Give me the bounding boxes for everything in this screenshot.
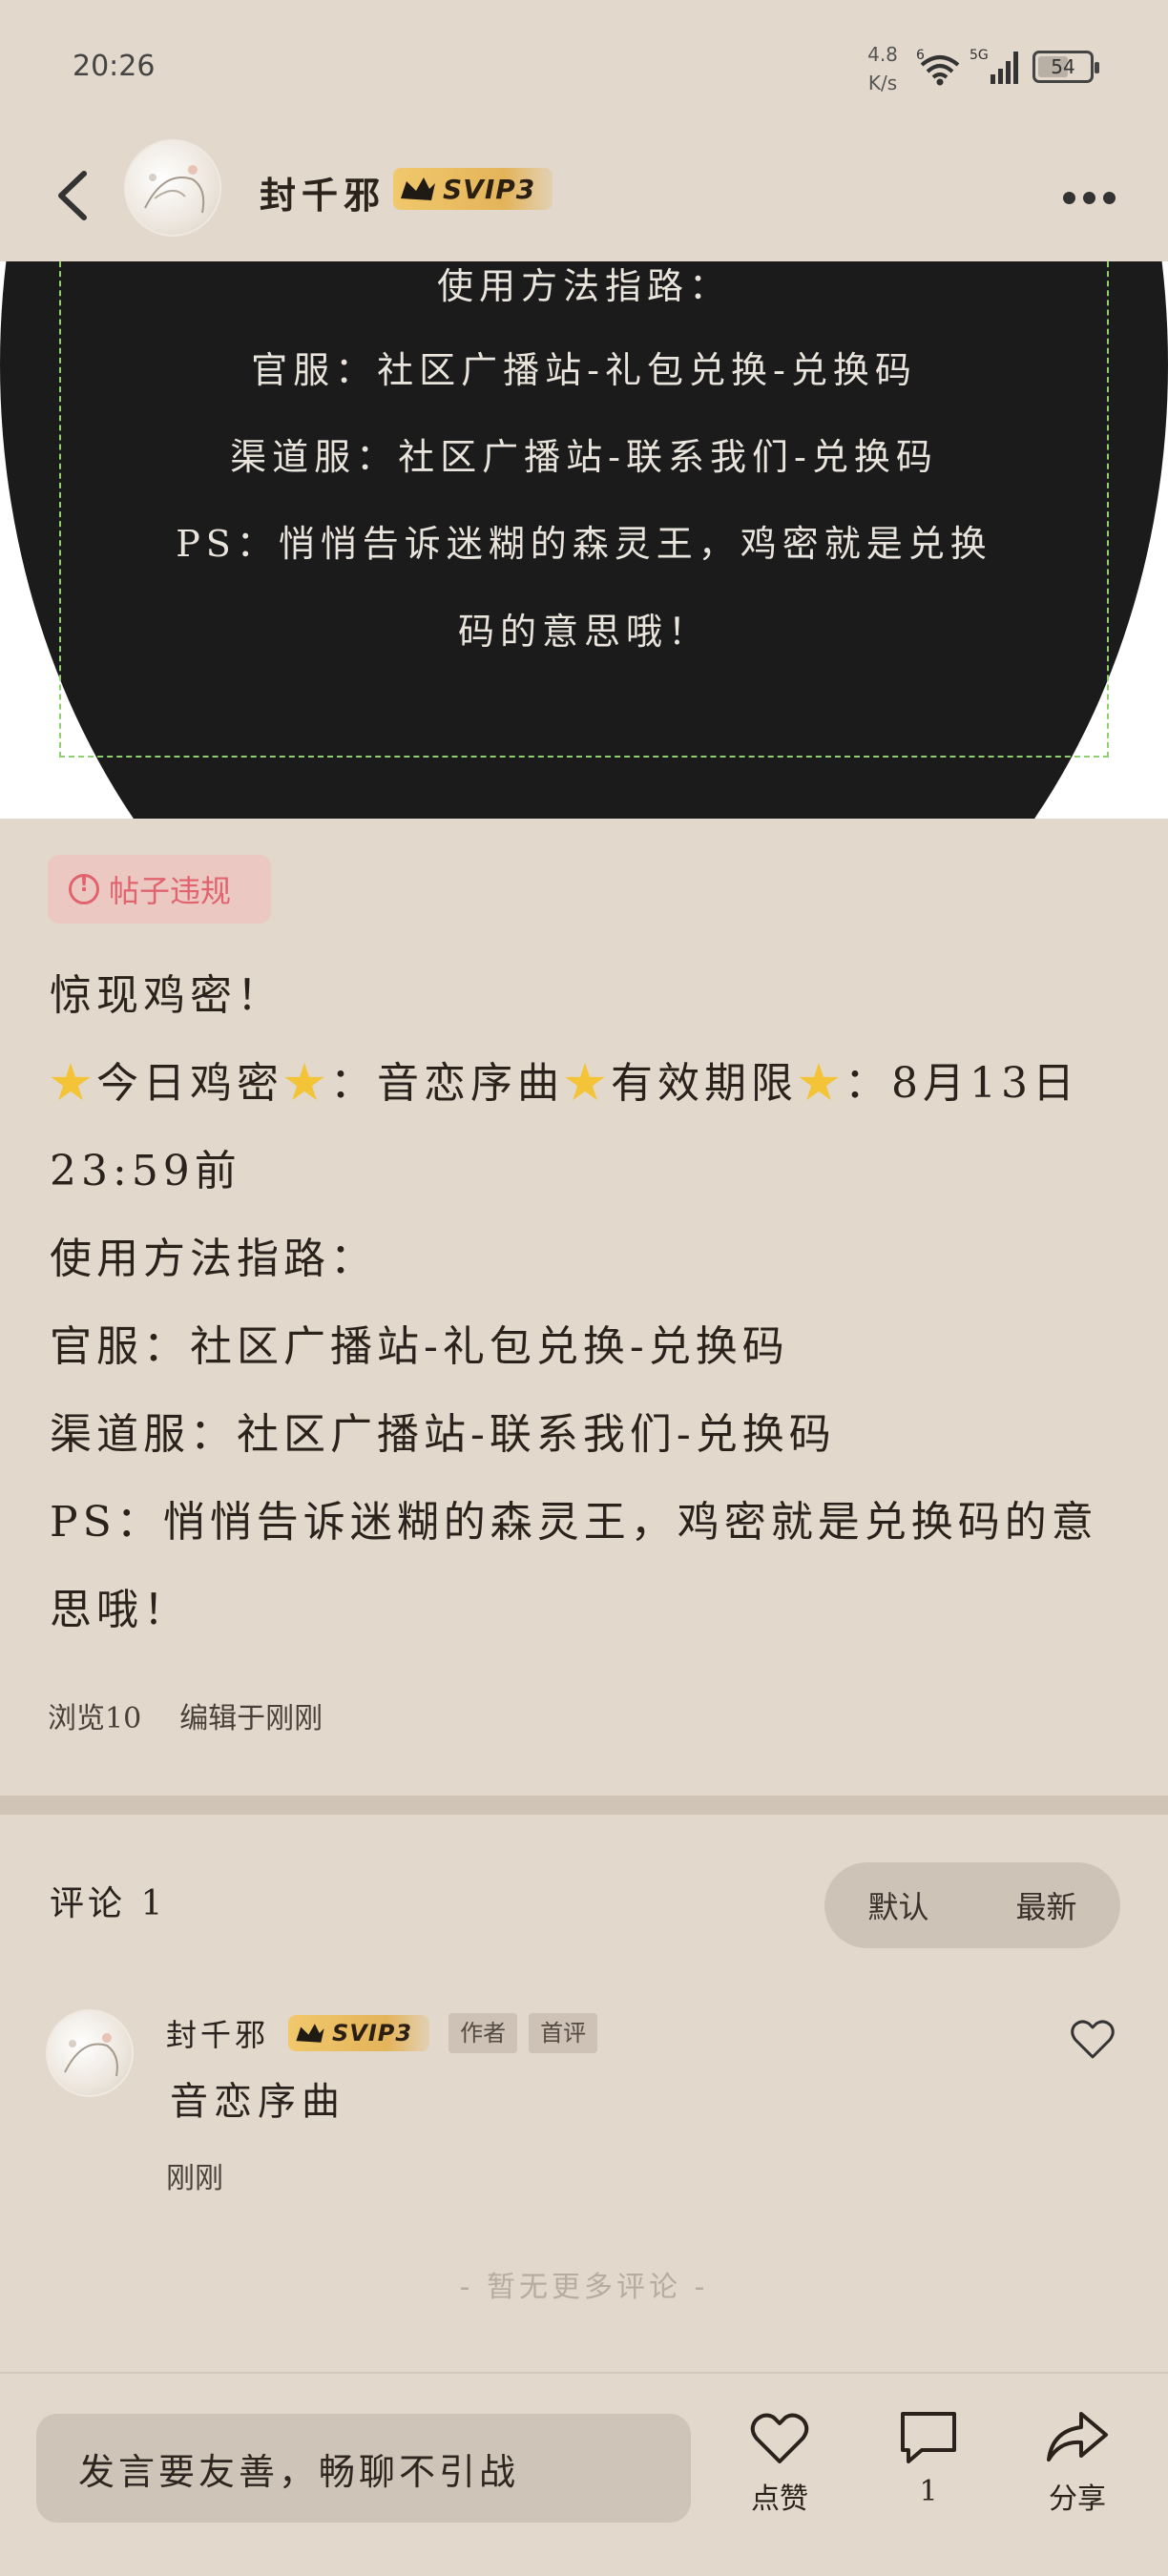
star-icon: ★ <box>798 1059 845 1108</box>
avatar-art-icon <box>64 2033 118 2077</box>
post-body: 惊现鸡密！ ★今日鸡密★：音恋序曲★有效期限★：8月13日23:59前 使用方法… <box>50 952 1128 1654</box>
star-icon: ★ <box>564 1059 611 1108</box>
comment-count: 1 <box>919 2475 938 2508</box>
star-icon: ★ <box>50 1059 96 1108</box>
author-name[interactable]: 封千邪 <box>260 166 386 218</box>
vip-badge: SVIP3 <box>393 168 553 210</box>
comments-section: 评论 1 默认 最新 封千邪 SVIP3 作者 首评 音恋序曲 刚刚 - 暂无更… <box>0 1815 1168 2372</box>
like-button[interactable]: 点赞 <box>727 2408 832 2542</box>
vip-crown-icon <box>296 2024 324 2043</box>
warning-icon <box>69 873 99 904</box>
back-icon[interactable] <box>46 162 103 229</box>
image-text-block: 使用方法指路： 官服：社区广播站-礼包兑换-兑换码 渠道服：社区广播站-联系我们… <box>0 261 1168 675</box>
image-line: PS：悄悄告诉迷糊的森灵王，鸡密就是兑换 <box>176 523 992 565</box>
view-count: 浏览10 <box>48 1702 142 1735</box>
comment-like-icon[interactable] <box>1069 2015 1116 2063</box>
comment-input[interactable]: 发言要友善，畅聊不引战 <box>36 2414 691 2523</box>
no-more-comments: - 暂无更多评论 - <box>459 2271 709 2304</box>
heart-icon <box>750 2413 809 2463</box>
comment-button[interactable]: 1 <box>876 2408 981 2542</box>
author-tag: 作者 <box>448 2013 518 2053</box>
post-line: ★今日鸡密★：音恋序曲★有效期限★：8月13日23:59前 <box>50 1059 1079 1195</box>
post-meta: 浏览10 编辑于刚刚 <box>48 1694 323 1736</box>
share-label: 分享 <box>1049 2483 1106 2516</box>
section-divider <box>0 1796 1168 1815</box>
sort-default-button[interactable]: 默认 <box>867 1883 928 1927</box>
edit-time: 编辑于刚刚 <box>179 1702 323 1735</box>
post-image[interactable]: 使用方法指路： 官服：社区广播站-礼包兑换-兑换码 渠道服：社区广播站-联系我们… <box>0 261 1168 819</box>
post-header: 封千邪 SVIP3 <box>0 134 1168 261</box>
violation-badge[interactable]: 帖子违规 <box>48 855 271 924</box>
status-icons: 6 5G 54 <box>916 44 1099 90</box>
more-options-icon[interactable] <box>1063 183 1124 212</box>
avatar-art-icon <box>144 165 205 214</box>
signal-icon: 5G <box>970 48 1018 84</box>
sort-latest-button[interactable]: 最新 <box>1015 1883 1076 1927</box>
status-bar: 20:26 4.8 K/s 6 5G 54 <box>0 0 1168 134</box>
post-line: 渠道服：社区广播站-联系我们-兑换码 <box>50 1410 836 1459</box>
comment-text: 音恋序曲 <box>170 2080 345 2124</box>
svg-text:5G: 5G <box>970 48 989 63</box>
first-comment-tag: 首评 <box>529 2013 598 2053</box>
commenter-name[interactable]: 封千邪 <box>166 2011 269 2055</box>
sort-toggle: 默认 最新 <box>824 1862 1120 1948</box>
svg-text:6: 6 <box>916 48 925 63</box>
author-avatar[interactable] <box>124 139 221 237</box>
comment-bubble-icon <box>901 2412 956 2463</box>
like-label: 点赞 <box>751 2483 808 2516</box>
comment-time: 刚刚 <box>166 2162 223 2195</box>
vip-badge: SVIP3 <box>288 2015 430 2051</box>
comment-header: 封千邪 SVIP3 作者 首评 <box>166 2011 598 2055</box>
image-line: 渠道服：社区广播站-联系我们-兑换码 <box>230 436 938 478</box>
status-time: 20:26 <box>73 50 156 83</box>
comments-title: 评论 1 <box>50 1884 167 1923</box>
commenter-avatar[interactable] <box>46 2009 134 2097</box>
share-icon <box>1047 2412 1108 2462</box>
wifi-icon: 6 <box>916 48 960 86</box>
image-line: 码的意思哦！ <box>457 611 710 653</box>
battery-icon: 54 <box>1032 51 1099 83</box>
post-line: 使用方法指路： <box>50 1235 377 1283</box>
network-speed: 4.8 K/s <box>867 43 898 94</box>
bottom-action-bar: 发言要友善，畅聊不引战 点赞 1 分享 <box>0 2372 1168 2576</box>
image-line: 使用方法指路： <box>436 265 731 307</box>
post-line: PS：悄悄告诉迷糊的森灵王，鸡密就是兑换码的意思哦！ <box>50 1498 1098 1634</box>
star-icon: ★ <box>283 1059 330 1108</box>
post-line: 官服：社区广播站-礼包兑换-兑换码 <box>50 1322 789 1371</box>
post-content: 帖子违规 惊现鸡密！ ★今日鸡密★：音恋序曲★有效期限★：8月13日23:59前… <box>0 819 1168 1796</box>
post-title: 惊现鸡密！ <box>50 971 283 1020</box>
share-button[interactable]: 分享 <box>1025 2408 1130 2542</box>
image-line: 官服：社区广播站-礼包兑换-兑换码 <box>251 349 917 391</box>
vip-crown-icon <box>401 177 435 200</box>
